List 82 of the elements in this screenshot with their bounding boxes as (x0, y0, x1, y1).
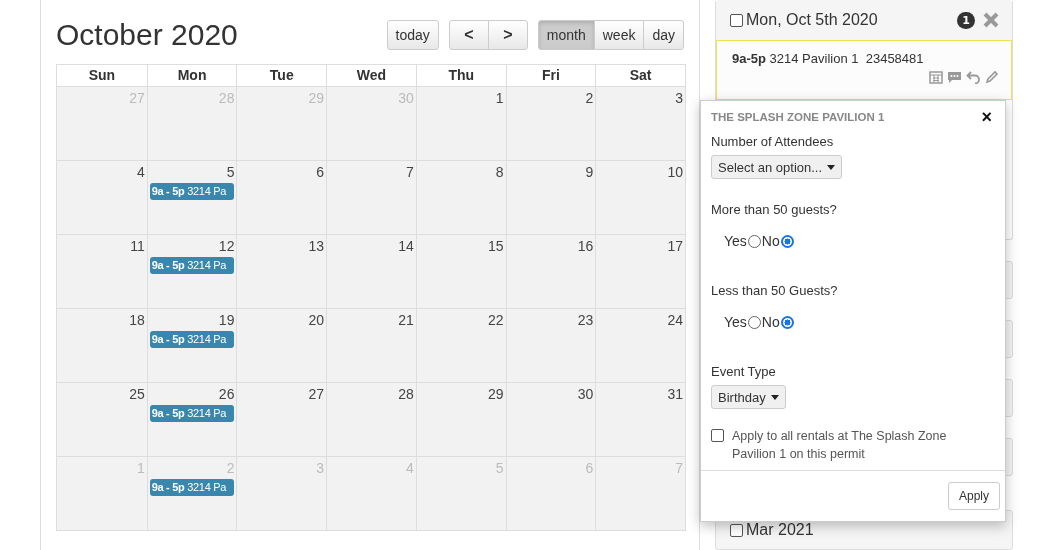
caret-icon (827, 164, 836, 170)
day-number: 18 (129, 312, 145, 328)
weekday-header: Sat (595, 65, 685, 86)
previous-button[interactable]: < (448, 20, 489, 50)
checkbox[interactable] (711, 429, 724, 442)
day-number: 23 (577, 312, 594, 328)
count-badge: 1 (957, 11, 975, 29)
pencil-icon[interactable] (985, 70, 999, 84)
day-number: 30 (577, 386, 594, 402)
event-chip[interactable]: 9a - 5p 3214 Pa (149, 331, 235, 348)
day-number: 27 (308, 386, 325, 402)
day-number: 3 (675, 90, 683, 106)
day-number: 19 (218, 312, 235, 328)
day-number: 26 (218, 386, 235, 402)
day-number: 28 (398, 386, 414, 402)
event-chip[interactable]: 9a - 5p 3214 Pa (149, 257, 235, 274)
close-button[interactable]: × (978, 109, 995, 125)
view-tab[interactable]: month (537, 20, 595, 50)
day-number: 14 (398, 238, 414, 254)
day-number: 13 (308, 238, 325, 254)
view-tab[interactable]: week (593, 20, 645, 50)
day-number: 15 (488, 238, 504, 254)
radio-button[interactable] (747, 315, 761, 329)
radio-button[interactable] (780, 234, 794, 248)
weekday-header: Thu (415, 65, 506, 86)
day-number: 31 (667, 386, 683, 402)
field-label: Number of Attendees (711, 134, 835, 149)
dropdown[interactable]: Birthday (711, 385, 786, 409)
date-title: Mon, Oct 5th 2020 (746, 11, 879, 29)
weekday-header: Fri (505, 65, 596, 86)
event-chip[interactable]: 9a - 5p 3214 Pa (149, 405, 235, 422)
day-number: 7 (406, 164, 414, 180)
today-button[interactable]: today (386, 20, 439, 50)
radio-label: No (761, 314, 780, 330)
checkbox-label: Apply to all rentals at The Splash Zone Pavilion 1 on this permit (732, 428, 948, 463)
day-number: 16 (577, 238, 594, 254)
calendar-title: October 2020 (56, 17, 238, 52)
dropdown[interactable]: Select an option... (711, 155, 843, 179)
caret-icon (770, 394, 779, 400)
day-number: 4 (136, 164, 145, 180)
radio-label: Yes (724, 314, 747, 330)
comment-icon[interactable] (947, 70, 962, 84)
day-number: 8 (495, 164, 504, 180)
day-number: 2 (585, 90, 594, 106)
weekday-header: Wed (326, 65, 416, 86)
day-number: 10 (667, 164, 683, 180)
day-number: 24 (667, 312, 683, 328)
day-number: 5 (226, 164, 235, 180)
day-number: 12 (218, 238, 235, 254)
weekday-header: Sun (87, 66, 117, 85)
weekday-header: Tue (236, 65, 327, 86)
day-number: 9 (585, 164, 594, 180)
close-icon[interactable] (982, 11, 1000, 29)
apply-button[interactable]: Apply (947, 482, 1000, 510)
next-button[interactable]: > (487, 20, 528, 50)
radio-button[interactable] (747, 234, 761, 248)
day-number: 20 (308, 312, 325, 328)
view-tab[interactable]: day (643, 20, 684, 50)
field-label: Less than 50 Guests? (711, 283, 839, 298)
popover-title: THE SPLASH ZONE PAVILION 1 (711, 111, 885, 123)
field-label: More than 50 guests? (711, 202, 838, 217)
day-number: 21 (398, 312, 414, 328)
day-number: 22 (488, 312, 504, 328)
calendar-icon[interactable] (929, 70, 943, 84)
radio-label: Yes (724, 233, 747, 249)
event-chip[interactable]: 9a - 5p 3214 Pa (149, 479, 235, 496)
checkbox[interactable] (730, 13, 743, 27)
day-number: 11 (130, 238, 145, 254)
day-number: 17 (667, 238, 683, 254)
day-number: 6 (316, 164, 325, 180)
radio-button[interactable] (780, 315, 794, 329)
event-chip[interactable]: 9a - 5p 3214 Pa (149, 183, 235, 200)
day-number: 25 (129, 386, 145, 402)
rental-text: 9a-5p 3214 Pavilion 1 23458481 (732, 51, 925, 66)
date-title: Mar 2021 (746, 521, 815, 539)
weekday-header: Mon (146, 65, 237, 86)
checkbox[interactable] (730, 523, 743, 537)
undo-icon[interactable] (966, 70, 981, 84)
day-number: 1 (495, 90, 504, 106)
day-number: 29 (488, 386, 504, 402)
field-label: Event Type (711, 364, 777, 379)
radio-label: No (761, 233, 780, 249)
